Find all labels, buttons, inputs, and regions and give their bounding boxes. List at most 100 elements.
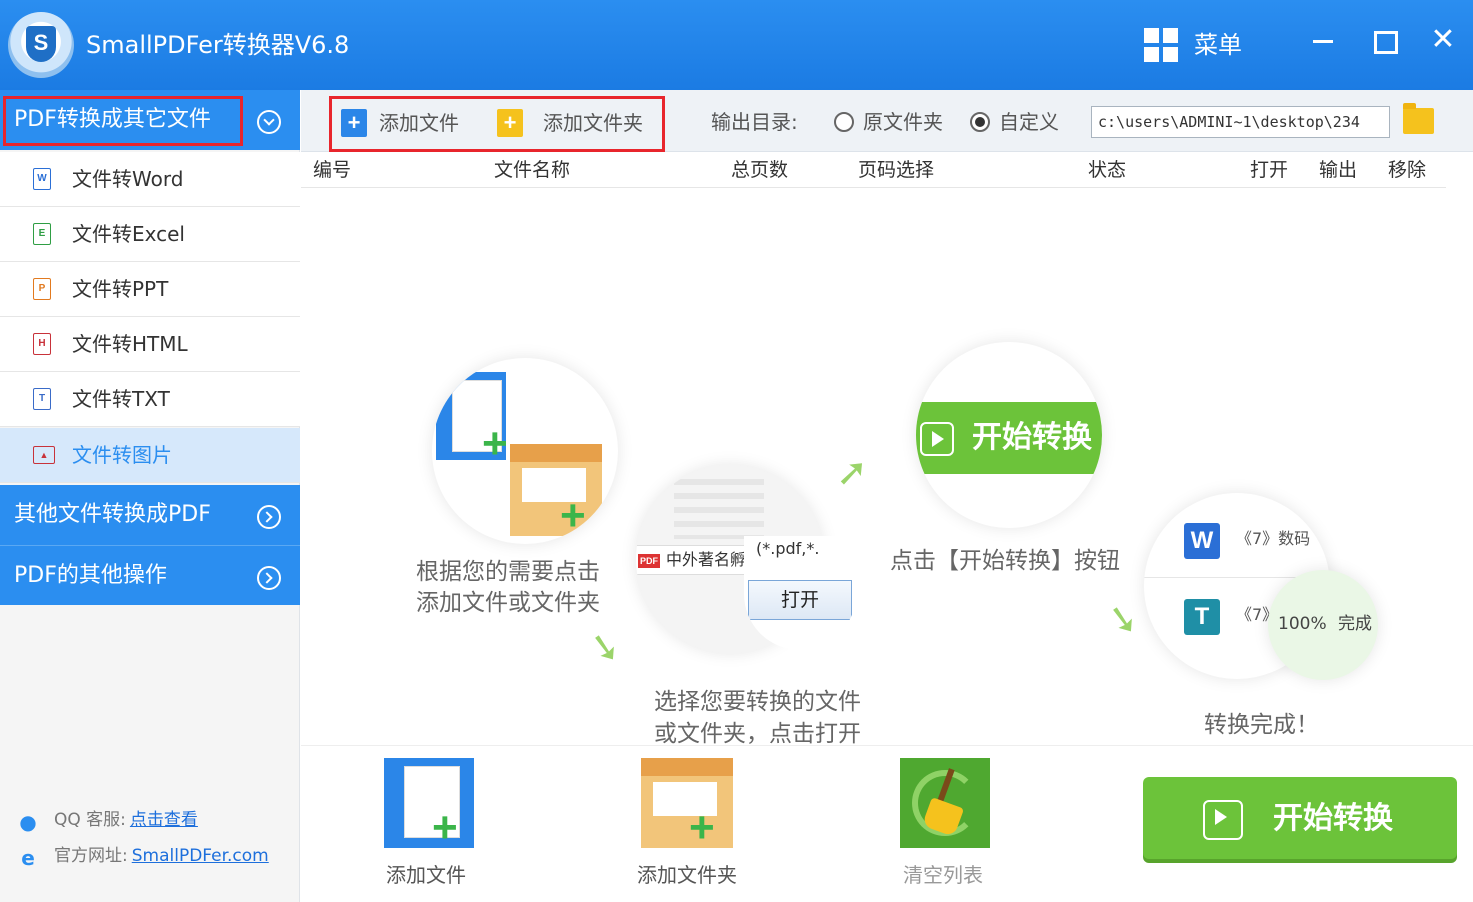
file-table-header: 编号 文件名称 总页数 页码选择 状态 打开 输出 移除: [301, 152, 1446, 188]
arrow-icon: ➚: [1099, 600, 1149, 640]
guide-step1-line2: 添加文件或文件夹: [416, 590, 600, 616]
guide-step1-circle: + +: [432, 358, 618, 544]
radio-original-folder[interactable]: [834, 112, 854, 132]
start-convert-illustration: 开始转换: [916, 402, 1102, 474]
site-link[interactable]: SmallPDFer.com: [132, 846, 269, 866]
col-output: 输出: [1319, 159, 1358, 181]
word-icon: W: [1184, 523, 1220, 559]
progress-percent: 100%: [1278, 614, 1327, 634]
add-file-label: 添加文件: [379, 111, 459, 135]
toolbar: + 添加文件 + 添加文件夹 输出目录: 原文件夹 自定义 c:\users\A…: [301, 90, 1473, 152]
add-file-icon: +: [341, 109, 367, 137]
txt-icon: T: [1184, 599, 1220, 635]
output-path-input[interactable]: c:\users\ADMINI~1\desktop\234: [1091, 106, 1390, 138]
chevron-down-icon[interactable]: [257, 110, 281, 134]
qq-support: ● QQ 客服: 点击查看: [18, 807, 198, 833]
official-site: e 官方网址: SmallPDFer.com: [18, 843, 269, 869]
qq-link[interactable]: 点击查看: [130, 810, 198, 830]
browser-e-icon: e: [21, 846, 35, 870]
image-file-icon: ▲: [33, 446, 55, 464]
radio-custom[interactable]: [970, 112, 990, 132]
guide-step1-line1: 根据您的需要点击: [416, 559, 600, 585]
plus-icon: +: [560, 491, 586, 540]
browse-folder-icon[interactable]: [1403, 103, 1434, 134]
guide-step2-line1: 选择您要转换的文件: [654, 689, 861, 715]
result-row-1: 《7》数码: [1236, 529, 1311, 548]
progress-status: 完成: [1338, 614, 1372, 634]
sidebar-item-label: 文件转PPT: [72, 277, 169, 301]
add-folder-icon: +: [497, 109, 523, 137]
col-pages: 总页数: [731, 159, 789, 181]
bottom-add-file-button[interactable]: +: [384, 758, 474, 852]
excel-file-icon: E: [33, 223, 51, 245]
chevron-right-icon[interactable]: [257, 566, 281, 590]
sidebar-item-label: 文件转Word: [72, 167, 184, 191]
maximize-button[interactable]: [1366, 24, 1400, 58]
sidebar-item-word[interactable]: W 文件转Word: [0, 152, 300, 207]
plus-icon: +: [689, 803, 715, 852]
category-label: 其他文件转换成PDF: [14, 502, 211, 527]
guide-step3-text: 点击【开始转换】按钮: [890, 548, 1120, 574]
progress-zoom-circle: 100% 完成: [1268, 570, 1378, 680]
blurred-list: [674, 479, 764, 539]
clear-list-label[interactable]: 清空列表: [903, 861, 983, 889]
chevron-right-icon[interactable]: [257, 505, 281, 529]
add-folder-illustration-icon: [510, 444, 602, 536]
bottom-add-folder-label[interactable]: 添加文件夹: [637, 861, 737, 889]
category-label: PDF转换成其它文件: [14, 107, 211, 132]
output-dir-label: 输出目录:: [711, 110, 798, 134]
col-status: 状态: [1088, 159, 1127, 181]
col-filename: 文件名称: [494, 159, 571, 181]
guide-step3-circle: 开始转换: [916, 342, 1102, 528]
bottom-divider: [301, 745, 1473, 746]
shield-logo: S: [26, 26, 56, 62]
file-filter-text: (*.pdf,*.: [756, 539, 820, 558]
arrow-icon: ➚: [836, 450, 868, 494]
qq-penguin-icon: ●: [19, 810, 37, 834]
col-page-select: 页码选择: [858, 159, 935, 181]
clear-list-button[interactable]: [900, 758, 990, 848]
sidebar-item-excel[interactable]: E 文件转Excel: [0, 207, 300, 262]
word-file-icon: W: [33, 168, 51, 190]
menu-button[interactable]: 菜单: [1194, 28, 1242, 62]
sidebar-item-label: 文件转TXT: [72, 387, 170, 411]
sidebar-item-ppt[interactable]: P 文件转PPT: [0, 262, 300, 317]
app-logo-icon: S: [8, 12, 74, 78]
html-file-icon: H: [33, 333, 51, 355]
ppt-file-icon: P: [33, 278, 51, 300]
bottom-add-file-label[interactable]: 添加文件: [386, 861, 466, 889]
add-folder-label: 添加文件夹: [543, 111, 643, 135]
close-button[interactable]: ✕: [1426, 24, 1460, 58]
sidebar-item-html[interactable]: H 文件转HTML: [0, 317, 300, 372]
open-button-illustration: 打开: [748, 580, 852, 620]
play-icon: [1203, 800, 1243, 840]
sidebar-item-image[interactable]: ▲ 文件转图片: [0, 428, 300, 483]
radio-custom-label: 自定义: [999, 110, 1059, 134]
col-remove: 移除: [1388, 159, 1427, 181]
qq-label: QQ 客服:: [54, 810, 126, 830]
start-convert-button[interactable]: 开始转换: [1143, 777, 1457, 859]
bottom-add-folder-button[interactable]: +: [641, 758, 733, 852]
category-other-to-pdf[interactable]: 其他文件转换成PDF: [0, 485, 300, 545]
start-convert-illustration-label: 开始转换: [972, 420, 1092, 455]
category-label: PDF的其他操作: [14, 563, 167, 588]
site-label: 官方网址:: [54, 846, 128, 866]
add-folder-icon: [641, 758, 733, 848]
sidebar-item-label: 文件转Excel: [72, 222, 185, 246]
app-title: SmallPDFer转换器V6.8: [86, 31, 350, 59]
minimize-button[interactable]: [1306, 24, 1340, 58]
category-pdf-to-other[interactable]: PDF转换成其它文件: [0, 90, 300, 150]
sidebar-item-label: 文件转HTML: [72, 332, 188, 356]
play-icon: [920, 422, 954, 456]
category-pdf-other-ops[interactable]: PDF的其他操作: [0, 545, 300, 605]
guide-step4-text: 转换完成！: [1204, 712, 1319, 738]
title-bar: S SmallPDFer转换器V6.8 菜单 ✕: [0, 0, 1473, 90]
start-convert-label: 开始转换: [1273, 801, 1393, 836]
plus-icon: +: [432, 803, 458, 852]
col-number: 编号: [313, 159, 352, 181]
col-open: 打开: [1250, 159, 1289, 181]
add-file-icon: [384, 758, 474, 848]
sidebar-item-txt[interactable]: T 文件转TXT: [0, 372, 300, 427]
menu-grid-icon[interactable]: [1144, 28, 1178, 62]
sidebar: PDF转换成其它文件 W 文件转Word E 文件转Excel P 文件转PPT…: [0, 90, 300, 902]
